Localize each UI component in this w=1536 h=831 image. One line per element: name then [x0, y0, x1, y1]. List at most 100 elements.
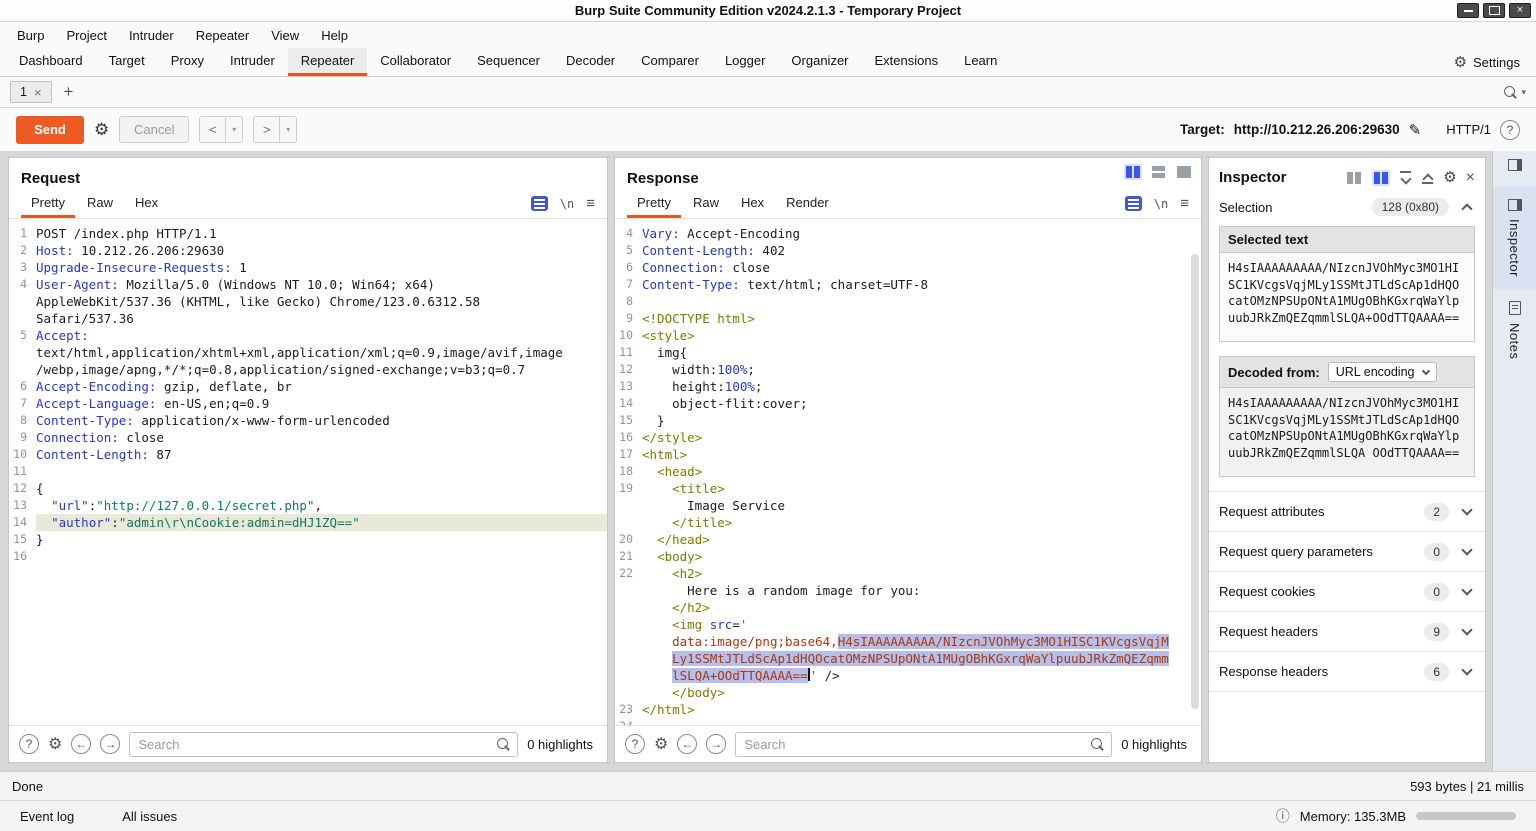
tab-collaborator[interactable]: Collaborator	[367, 48, 464, 76]
tab-sequencer[interactable]: Sequencer	[464, 48, 553, 76]
panel-menu-icon[interactable]: ≡	[1180, 195, 1189, 212]
code-line: 5 Accept:	[9, 327, 607, 344]
menu-item-intruder[interactable]: Intruder	[118, 24, 185, 47]
search-settings-gear-icon[interactable]: ⚙	[48, 734, 62, 754]
tab-comparer[interactable]: Comparer	[628, 48, 712, 76]
request-tab-hex[interactable]: Hex	[125, 189, 168, 218]
newline-toggle-icon[interactable]: \n	[1154, 197, 1168, 211]
help-icon[interactable]: ?	[1500, 119, 1520, 140]
prettify-icon[interactable]	[530, 196, 548, 211]
inspector-section-request-cookies[interactable]: Request cookies 0	[1209, 572, 1485, 612]
next-match-icon[interactable]: →	[100, 734, 121, 754]
encoding-dropdown[interactable]: URL encoding	[1327, 362, 1437, 382]
menu-item-project[interactable]: Project	[55, 24, 117, 47]
menu-item-help[interactable]: Help	[310, 24, 359, 47]
tab-intruder[interactable]: Intruder	[217, 48, 288, 76]
menu-item-burp[interactable]: Burp	[6, 24, 55, 47]
response-tab-pretty[interactable]: Pretty	[627, 189, 681, 218]
expand-all-icon[interactable]	[1421, 171, 1434, 184]
inspector-section-response-headers[interactable]: Response headers 6	[1209, 652, 1485, 692]
menu-item-repeater[interactable]: Repeater	[185, 24, 260, 47]
inspector-layout-right-icon[interactable]	[1372, 169, 1391, 186]
response-searchbox	[735, 731, 1113, 757]
edit-target-icon[interactable]: ✎	[1409, 121, 1422, 139]
side-tab-notes[interactable]: Notes	[1493, 289, 1536, 371]
prettify-icon[interactable]	[1124, 196, 1142, 211]
selection-section-header[interactable]: Selection 128 (0x80)	[1209, 194, 1485, 226]
send-settings-gear-icon[interactable]: ⚙	[94, 120, 109, 140]
inspector-section-request-attributes[interactable]: Request attributes 2	[1209, 492, 1485, 532]
tab-proxy[interactable]: Proxy	[158, 48, 217, 76]
status-text: Done	[12, 778, 44, 794]
layout-single-icon[interactable]	[1175, 164, 1193, 180]
inspector-section-request-query-parameters[interactable]: Request query parameters 0	[1209, 532, 1485, 572]
send-button[interactable]: Send	[16, 115, 84, 144]
code-line: 16	[9, 548, 607, 565]
chevron-up-icon	[1461, 203, 1473, 215]
newline-toggle-icon[interactable]: \n	[560, 197, 574, 211]
minimize-button[interactable]	[1457, 3, 1479, 18]
history-forward-button[interactable]: >	[253, 116, 281, 143]
cancel-button[interactable]: Cancel	[119, 116, 190, 143]
tab-logger[interactable]: Logger	[712, 48, 778, 76]
response-tab-hex[interactable]: Hex	[731, 189, 774, 218]
request-editor[interactable]: 1 POST /index.php HTTP/1.1 2 Host: 10.212.2…	[9, 219, 607, 725]
add-tab-button[interactable]: +	[64, 82, 74, 102]
inspector-layout-left-icon[interactable]	[1345, 170, 1363, 186]
prev-match-icon[interactable]: ←	[71, 734, 92, 754]
tab-search[interactable]: ▾	[1503, 85, 1526, 100]
event-log-button[interactable]: Event log	[20, 809, 74, 824]
line-number: 11	[13, 464, 27, 478]
tab-extensions[interactable]: Extensions	[862, 48, 952, 76]
maximize-button[interactable]	[1483, 3, 1505, 18]
line-number: 10	[13, 447, 27, 461]
code-line: 13 "url":"http://127.0.0.1/secret.php",	[9, 497, 607, 514]
code-line: /webp,image/apng,*/*;q=0.8,application/s…	[9, 361, 607, 378]
history-back-button[interactable]: <	[199, 116, 227, 143]
collapse-all-icon[interactable]	[1399, 171, 1412, 184]
dock-panel-icon[interactable]	[1507, 159, 1522, 171]
inspector-close-icon[interactable]: ×	[1466, 169, 1475, 186]
help-icon[interactable]: ?	[625, 734, 645, 754]
inspector-section-request-headers[interactable]: Request headers 9	[1209, 612, 1485, 652]
tab-repeater[interactable]: Repeater	[287, 48, 368, 76]
response-search-input[interactable]	[736, 736, 1091, 752]
panel-menu-icon[interactable]: ≡	[586, 195, 595, 212]
close-tab-icon[interactable]: ×	[34, 85, 42, 100]
request-tabs-row: Pretty Raw Hex \n ≡	[9, 189, 607, 219]
layout-columns-icon[interactable]	[1124, 164, 1142, 180]
code-line: 19 <title>	[615, 480, 1201, 497]
tab-dashboard[interactable]: Dashboard	[6, 48, 96, 76]
history-back-dropdown[interactable]: ▾	[226, 116, 244, 143]
tab-target[interactable]: Target	[96, 48, 158, 76]
decoded-text-box: Decoded from: URL encoding H4sIAAAAAAAAA…	[1219, 356, 1475, 477]
close-button[interactable]: ×	[1509, 3, 1531, 18]
response-scrollbar[interactable]	[1191, 229, 1199, 719]
code-line: 4 Vary: Accept-Encoding	[615, 225, 1201, 242]
prev-match-icon[interactable]: ←	[677, 734, 698, 754]
tab-learn[interactable]: Learn	[951, 48, 1010, 76]
all-issues-button[interactable]: All issues	[122, 809, 177, 824]
response-tab-render[interactable]: Render	[776, 189, 839, 218]
tab-decoder[interactable]: Decoder	[553, 48, 628, 76]
request-search-input[interactable]	[130, 736, 497, 752]
menu-item-view[interactable]: View	[260, 24, 310, 47]
tab-organizer[interactable]: Organizer	[778, 48, 861, 76]
request-tab-pretty[interactable]: Pretty	[21, 189, 75, 218]
request-tab-raw[interactable]: Raw	[77, 189, 123, 218]
response-editor[interactable]: 4 Vary: Accept-Encoding 5 Content-Length: 4…	[615, 219, 1201, 725]
decoded-text-value: H4sIAAAAAAAAA/NIzcnJVOhMyc3MO1HISC1KVcgs…	[1220, 388, 1474, 476]
settings-button[interactable]: ⚙ Settings	[1454, 48, 1530, 76]
search-settings-gear-icon[interactable]: ⚙	[654, 734, 668, 754]
next-match-icon[interactable]: →	[706, 734, 727, 754]
help-icon[interactable]: ?	[19, 734, 39, 754]
code-line: 8	[615, 293, 1201, 310]
side-tab-inspector[interactable]: Inspector	[1493, 187, 1536, 289]
history-forward-dropdown[interactable]: ▾	[280, 116, 298, 143]
repeater-tab-1[interactable]: 1 ×	[10, 81, 52, 103]
main-tab-bar: Dashboard Target Proxy Intruder Repeater Coll…	[0, 48, 1536, 77]
code-line: 22 <h2>	[615, 565, 1201, 582]
inspector-settings-gear-icon[interactable]: ⚙	[1443, 170, 1456, 185]
response-tab-raw[interactable]: Raw	[683, 189, 729, 218]
layout-rows-icon[interactable]	[1150, 164, 1167, 180]
